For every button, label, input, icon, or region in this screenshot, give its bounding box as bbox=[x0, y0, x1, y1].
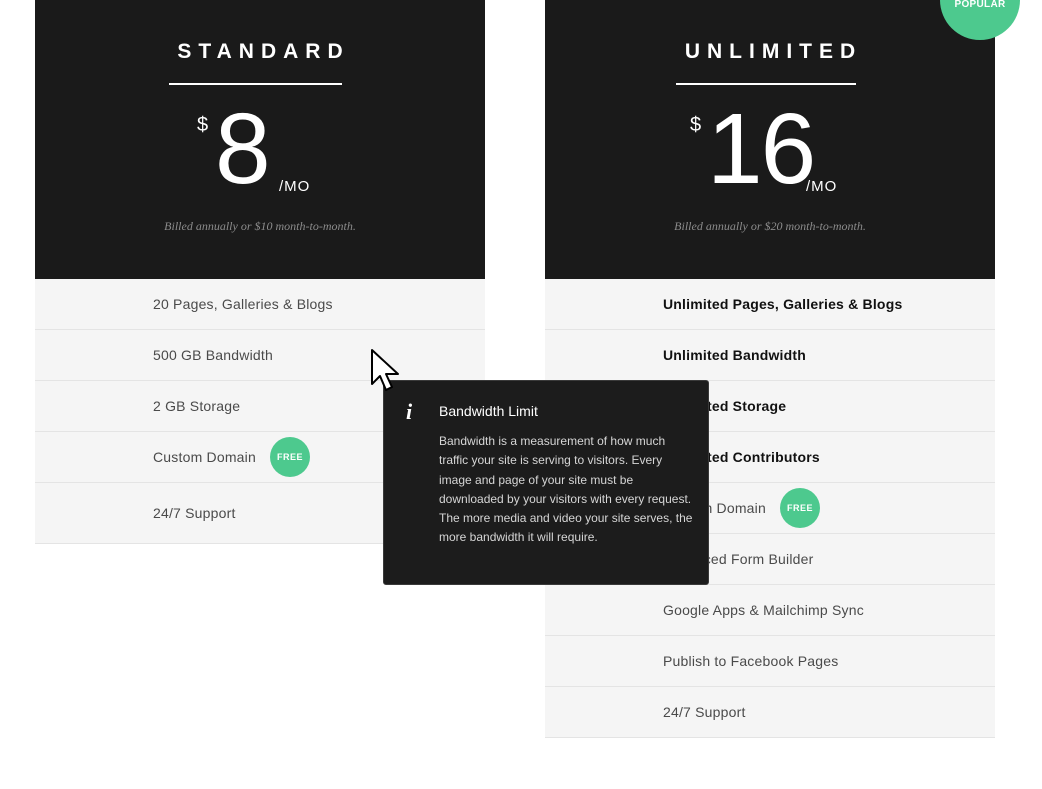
billing-note: Billed annually or $20 month-to-month. bbox=[674, 219, 866, 233]
feature-label: Unlimited Pages, Galleries & Blogs bbox=[663, 296, 903, 312]
feature-label: 24/7 Support bbox=[153, 505, 236, 521]
feature-label[interactable]: Unlimited Bandwidth bbox=[663, 347, 806, 363]
billing-note: Billed annually or $10 month-to-month. bbox=[164, 219, 356, 233]
plan-header: UNLIMITED $ 16 /MO Billed annually or $2… bbox=[545, 0, 995, 279]
feature-item: 20 Pages, Galleries & Blogs bbox=[35, 279, 485, 330]
free-badge: FREE bbox=[779, 488, 820, 528]
price-amount: 16 bbox=[707, 93, 816, 205]
tooltip-body: Bandwidth is a measurement of how much t… bbox=[439, 434, 693, 545]
currency-symbol: $ bbox=[197, 114, 209, 136]
price-amount: 8 bbox=[215, 93, 271, 205]
bandwidth-tooltip: i Bandwidth Limit Bandwidth is a measure… bbox=[383, 380, 709, 585]
free-badge: FREE bbox=[269, 437, 310, 477]
feature-label[interactable]: 500 GB Bandwidth bbox=[153, 347, 273, 363]
plan-price: $ 16 /MO bbox=[545, 94, 995, 210]
info-icon: i bbox=[406, 399, 413, 424]
plan-card-unlimited: UNLIMITED $ 16 /MO Billed annually or $2… bbox=[545, 0, 1020, 738]
price-period: /MO bbox=[806, 178, 838, 195]
tooltip-title: Bandwidth Limit bbox=[439, 403, 538, 419]
feature-item[interactable]: 500 GB Bandwidth bbox=[35, 330, 485, 381]
plan-title: STANDARD bbox=[177, 40, 350, 63]
feature-item: Unlimited Pages, Galleries & Blogs bbox=[545, 279, 995, 330]
feature-label: Google Apps & Mailchimp Sync bbox=[663, 602, 864, 618]
title-divider bbox=[169, 83, 342, 85]
feature-label: 24/7 Support bbox=[663, 704, 746, 720]
plan-price: $ 8 /MO bbox=[35, 94, 485, 210]
price-period: /MO bbox=[279, 178, 311, 195]
feature-label: Custom Domain bbox=[153, 449, 256, 465]
mouse-pointer-icon bbox=[371, 349, 399, 391]
feature-item: Publish to Facebook Pages bbox=[545, 636, 995, 687]
feature-item: Google Apps & Mailchimp Sync bbox=[545, 585, 995, 636]
feature-item: 24/7 Support bbox=[545, 687, 995, 738]
plan-title: UNLIMITED bbox=[684, 40, 863, 63]
feature-label: 20 Pages, Galleries & Blogs bbox=[153, 296, 333, 312]
title-divider bbox=[676, 83, 856, 85]
feature-item[interactable]: Unlimited Bandwidth bbox=[545, 330, 995, 381]
feature-label: 2 GB Storage bbox=[153, 398, 241, 414]
plan-header: STANDARD $ 8 /MO Billed annually or $10 … bbox=[35, 0, 485, 279]
currency-symbol: $ bbox=[690, 114, 702, 136]
feature-label: Publish to Facebook Pages bbox=[663, 653, 839, 669]
